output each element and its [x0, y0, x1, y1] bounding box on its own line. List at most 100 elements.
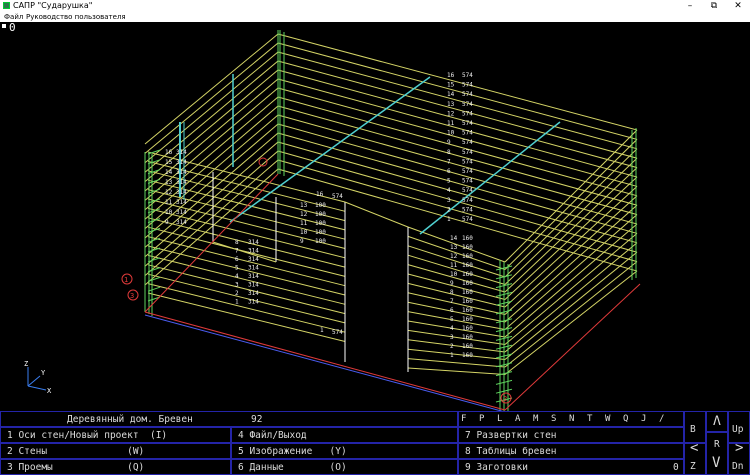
nav-right-arrow-button[interactable]: > Dn [728, 443, 750, 475]
log-length: 100 [315, 238, 326, 245]
cmd-blanks[interactable]: 9 Заготовки 0 [458, 459, 684, 475]
cmd-label: 3 Проемы (Q) [7, 462, 145, 473]
front-wall-log [407, 367, 506, 375]
log-length: 574 [462, 120, 473, 127]
log-number: 2 [235, 290, 239, 297]
nav-up-arrow-button[interactable]: Λ [706, 411, 728, 432]
corner-notch [147, 237, 161, 243]
log-number: 7 [450, 298, 454, 305]
log-number: 5 [450, 316, 454, 323]
nav-left-arrow-button[interactable]: < Z [684, 443, 706, 475]
log-number: 7 [447, 158, 451, 165]
log-length: 160 [462, 271, 473, 278]
corner-notch [147, 276, 161, 282]
right-arrow-icon: > [735, 443, 744, 456]
log-number: 14 [165, 169, 173, 176]
front-wall-log [147, 283, 346, 333]
log-number: 3 [450, 334, 454, 341]
back-wall-log [277, 87, 638, 187]
log-length: 574 [462, 130, 473, 137]
close-button[interactable]: ✕ [726, 0, 750, 12]
nav-b-button[interactable]: B [684, 411, 706, 443]
log-length: 314 [248, 256, 259, 263]
back-wall-log [277, 42, 638, 140]
log-number: 16 [447, 72, 455, 79]
left-wall-log [144, 33, 279, 145]
cmd-walls[interactable]: 2 Стены (W) [0, 443, 231, 459]
hotkey-slash[interactable]: / [659, 414, 664, 424]
log-length: 314 [176, 169, 187, 176]
front-wall-log [147, 292, 346, 342]
log-length: 574 [462, 158, 473, 165]
window-sill [212, 241, 277, 263]
log-length: 314 [248, 299, 259, 306]
front-wall-log [407, 301, 506, 323]
front-wall-log [407, 358, 506, 368]
hotkey-n[interactable]: N [569, 414, 574, 424]
down-arrow-icon: V [712, 455, 721, 471]
log-length: 314 [248, 248, 259, 255]
log-number: 16 [316, 191, 324, 198]
log-number: 16 [165, 149, 173, 156]
log-number: 6 [235, 256, 239, 263]
nav-r-button[interactable]: R V [706, 432, 728, 475]
hotkey-bar: F P L A M S N T W Q J / [458, 411, 684, 427]
cmd-wall-unfolds[interactable]: 7 Развертки стен [458, 427, 684, 443]
menu-bar: Файл Руководство пользователя [0, 12, 750, 22]
axis-y-label: Y [41, 369, 46, 377]
back-wall-log [277, 159, 638, 263]
cmd-label: 4 Файл/Выход [238, 430, 307, 441]
menu-file[interactable]: Файл [4, 13, 23, 21]
cmd-image[interactable]: 5 Изображение (Y) [231, 443, 458, 459]
log-number: 9 [447, 139, 451, 146]
hotkey-p[interactable]: P [479, 414, 484, 424]
cmd-data[interactable]: 6 Данные (O) [231, 459, 458, 475]
log-number: 12 [300, 211, 308, 218]
log-length: 160 [462, 289, 473, 296]
blanks-value: 0 [673, 462, 679, 473]
right-wall-log [504, 242, 638, 353]
hotkey-t[interactable]: T [587, 414, 592, 424]
node-marker-3-label: 3 [130, 292, 134, 300]
cmd-log-tables[interactable]: 8 Таблицы бревен [458, 443, 684, 459]
nav-up-button[interactable]: Up [728, 411, 750, 443]
log-number: 14 [450, 235, 458, 242]
minimize-button[interactable]: – [678, 0, 702, 12]
cmd-openings[interactable]: 3 Проемы (Q) [0, 459, 231, 475]
hotkey-s[interactable]: S [551, 414, 556, 424]
log-length: 314 [176, 179, 187, 186]
hotkey-f[interactable]: F [461, 414, 466, 424]
log-length: 314 [176, 219, 187, 226]
node-marker-2-label: 2 [503, 395, 507, 403]
cmd-file-exit[interactable]: 4 Файл/Выход [231, 427, 458, 443]
log-number: 11 [450, 262, 458, 269]
cad-viewport[interactable]: 16 574 15 574 14 574 13 574 12 574 11 574 10 574 9 574 8… [0, 21, 750, 411]
front-wall-log [407, 348, 506, 360]
hotkey-q[interactable]: Q [623, 414, 628, 424]
nav-r-label: R [714, 439, 720, 450]
log-length: 574 [462, 178, 473, 185]
front-wall-log [147, 245, 346, 296]
log-length: 574 [462, 101, 473, 108]
maximize-button[interactable]: ⧉ [702, 0, 726, 12]
cmd-label: 6 Данные (O) [238, 462, 347, 473]
cmd-label: 9 Заготовки [465, 462, 528, 473]
hotkey-l[interactable]: L [497, 414, 502, 424]
hotkey-j[interactable]: J [641, 414, 646, 424]
log-length: 160 [462, 298, 473, 305]
log-length: 314 [248, 265, 259, 272]
log-number: 13 [447, 101, 455, 108]
hotkey-w[interactable]: W [605, 414, 610, 424]
front-wall-log [407, 311, 506, 330]
menu-user-guide[interactable]: Руководство пользователя [26, 13, 126, 21]
nav-up-label: Up [732, 424, 744, 435]
log-count: 92 [251, 414, 263, 425]
log-number: 10 [447, 130, 455, 137]
hotkey-m[interactable]: M [533, 414, 538, 424]
viewport-corner-marker [2, 24, 6, 28]
log-length: 160 [462, 316, 473, 323]
log-number: 12 [447, 110, 455, 117]
cmd-axes-new-project[interactable]: 1 Оси стен/Новый проект (I) [0, 427, 231, 443]
log-length: 574 [462, 187, 473, 194]
hotkey-a[interactable]: A [515, 414, 520, 424]
